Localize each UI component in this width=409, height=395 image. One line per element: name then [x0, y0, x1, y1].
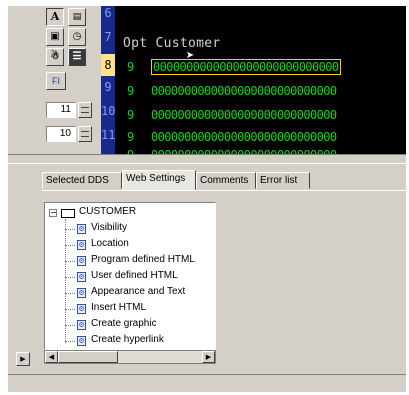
text-a-icon[interactable]: A: [46, 8, 64, 26]
line-number-current: 8: [101, 54, 115, 76]
line-number: 11: [101, 128, 116, 142]
line-number: 7: [104, 30, 112, 44]
tree-item-insert-html[interactable]: ⚙ Insert HTML: [65, 301, 215, 317]
data-row[interactable]: 9 0000000000000000000000000000: [127, 130, 337, 147]
pane-splitter[interactable]: [8, 154, 406, 164]
row-number: 9: [127, 108, 135, 122]
tree-item-label: Insert HTML: [91, 302, 147, 313]
data-row[interactable]: 9 0000000000000000000000000000: [127, 84, 337, 101]
setting-icon: ⚙: [77, 288, 86, 298]
setting-icon: ⚙: [77, 224, 86, 234]
setting-icon: ⚙: [77, 256, 86, 266]
line-number-gutter: 6 7 8 9 10 11: [101, 6, 115, 154]
scroll-right-icon[interactable]: ▶: [202, 351, 215, 363]
person-icon[interactable]: ☃: [46, 48, 64, 66]
tree-item-label: Program defined HTML: [91, 254, 195, 265]
tree-item-label: Visibility: [91, 222, 127, 233]
tree-item-program-defined-html[interactable]: ⚙ Program defined HTML: [65, 253, 215, 269]
window-icon[interactable]: ▣: [46, 28, 64, 46]
row-value: 0000000000000000000000000000: [151, 130, 337, 144]
tree-item-visibility[interactable]: ⚙ Visibility: [65, 221, 215, 237]
tree-item-location[interactable]: ⚙ Location: [65, 237, 215, 253]
tree-item-label: Create hyperlink: [91, 334, 164, 345]
setting-icon: ⚙: [77, 240, 86, 250]
setting-icon: ⚙: [77, 272, 86, 282]
data-row[interactable]: 9 0000000000000000000000000000: [127, 108, 337, 125]
tree-item-create-hyperlink[interactable]: ⚙ Create hyperlink: [65, 333, 215, 349]
tree-item-label: Location: [91, 238, 129, 249]
line-number: 10: [101, 104, 116, 118]
scroll-left-icon[interactable]: ◀: [45, 351, 58, 363]
tree-horizontal-scrollbar[interactable]: ◀ ▶: [44, 350, 216, 364]
setting-icon: ⚙: [77, 336, 86, 346]
tool-palette: A ▤ ▣ ◷ ☃ ☰ FI 11 10: [8, 6, 100, 154]
row-value: 0000000000000000000000000000: [151, 84, 337, 98]
header-text: Opt Customer: [123, 36, 221, 51]
clock-icon[interactable]: ◷: [68, 28, 86, 46]
tab-selected-dds[interactable]: Selected DDS: [42, 172, 122, 189]
setting-icon: ⚙: [77, 320, 86, 330]
tab-web-settings[interactable]: Web Settings: [122, 170, 196, 190]
tree-item-user-defined-html[interactable]: ⚙ User defined HTML: [65, 269, 215, 285]
folder-icon: [61, 209, 75, 218]
status-bar: [8, 374, 406, 392]
panel-expand-icon[interactable]: ▶: [16, 352, 30, 366]
field-icon[interactable]: FI: [46, 72, 66, 90]
row-spinner-1[interactable]: [78, 102, 92, 118]
tree-root-label: CUSTOMER: [79, 206, 137, 217]
tab-divider: [42, 190, 406, 191]
tree-item-label: Appearance and Text: [91, 286, 186, 297]
data-row-selected[interactable]: 9 0000000000000000000000000000: [127, 59, 341, 77]
row-field-1[interactable]: 11: [46, 102, 76, 118]
web-settings-tree[interactable]: − CUSTOMER ⚙ Visibility ⚙ Location ⚙ Pro…: [44, 202, 216, 350]
row-number: 9: [127, 84, 135, 98]
line-number: 9: [104, 80, 112, 94]
tab-comments[interactable]: Comments: [196, 172, 256, 189]
screen-editor[interactable]: 6 7 8 9 10 11 Opt Customer ➤ 9 000000000…: [101, 6, 406, 162]
tree-item-create-graphic[interactable]: ⚙ Create graphic: [65, 317, 215, 333]
row-spinner-2[interactable]: [78, 126, 92, 142]
tree-item-label: User defined HTML: [91, 270, 178, 281]
row-field-2[interactable]: 10: [46, 126, 76, 142]
row-number: 9: [127, 60, 135, 74]
tab-error-list[interactable]: Error list: [256, 172, 310, 189]
list-icon[interactable]: ☰: [68, 48, 86, 66]
tree-item-label: Create graphic: [91, 318, 157, 329]
app-window: A ▤ ▣ ◷ ☃ ☰ FI 11 10 6 7 8 9 10 11 Opt C…: [8, 6, 406, 392]
tree-item-appearance-and-text[interactable]: ⚙ Appearance and Text: [65, 285, 215, 301]
note-icon[interactable]: ▤: [68, 8, 86, 26]
row-value: 0000000000000000000000000000: [151, 59, 341, 75]
row-number: 9: [127, 130, 135, 144]
setting-icon: ⚙: [77, 304, 86, 314]
scroll-thumb[interactable]: [58, 351, 118, 363]
line-number: 6: [104, 6, 112, 20]
row-value: 0000000000000000000000000000: [151, 108, 337, 122]
collapse-icon[interactable]: −: [49, 209, 57, 217]
